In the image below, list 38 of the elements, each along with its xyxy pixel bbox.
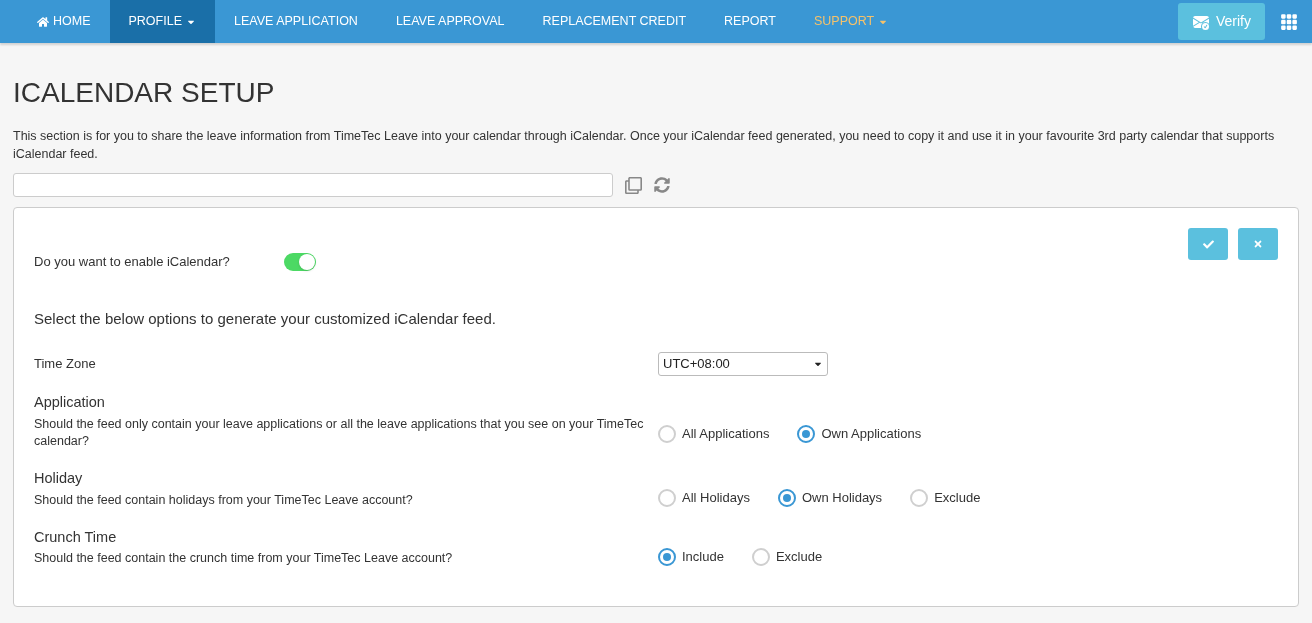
radio-option[interactable]: All Holidays xyxy=(658,488,750,508)
enable-label: Do you want to enable iCalendar? xyxy=(34,253,231,271)
envelope-check-icon xyxy=(1192,13,1210,30)
home-icon xyxy=(37,15,49,28)
option-question: Should the feed contain the crunch time from your TimeTec Leave account? xyxy=(34,550,454,568)
time-zone-label: Time Zone xyxy=(34,355,97,374)
radio-button[interactable] xyxy=(777,488,796,507)
refresh-icon[interactable] xyxy=(654,177,670,193)
section-heading: Select the below options to generate your customized iCalendar feed. xyxy=(34,308,497,329)
option-question: Should the feed contain holidays from your TimeTec Leave account? xyxy=(34,491,414,509)
cancel-button[interactable] xyxy=(1238,228,1278,260)
radio-button[interactable] xyxy=(910,488,929,507)
radio-option[interactable]: Exclude xyxy=(910,488,981,508)
option-question: Should the feed only contain your leave applications or all the leave applications that you see on your TimeTec calendar? xyxy=(34,415,645,450)
description-text: This section is for you to share the leave information from TimeTec Leave into your calendar through iCalendar. Once your iCalendar feed generated, you need to copy it and use it in your favourite 3rd party calendar that supports iCalendar feed. xyxy=(13,128,1276,163)
radio-option[interactable]: Own Holidays xyxy=(777,488,883,508)
copy-icon[interactable] xyxy=(625,176,642,194)
time-zone-select[interactable]: UTC+08:00 xyxy=(658,352,828,376)
feed-url-field[interactable] xyxy=(13,173,613,197)
option-title: Crunch Time xyxy=(34,527,118,547)
toggle-switch[interactable] xyxy=(284,252,316,271)
radio-button[interactable] xyxy=(797,425,816,443)
radio-option[interactable]: Include xyxy=(658,546,724,567)
radio-button[interactable] xyxy=(658,425,676,443)
close-icon xyxy=(1253,239,1263,249)
radio-button[interactable] xyxy=(751,547,770,566)
option-title: Holiday xyxy=(34,468,84,488)
radio-button[interactable] xyxy=(658,547,676,566)
confirm-button[interactable] xyxy=(1188,228,1228,260)
check-icon xyxy=(1202,238,1214,250)
radio-option[interactable]: Exclude xyxy=(751,546,823,567)
page-title: ICALENDAR SETUP xyxy=(13,77,276,109)
option-title: Application xyxy=(34,393,106,412)
nav-tab[interactable]: PROFILE xyxy=(109,0,215,43)
radio-option[interactable]: Own Applications xyxy=(797,424,922,444)
grid-icon xyxy=(1279,12,1298,31)
radio-button[interactable] xyxy=(658,488,676,507)
radio-option[interactable]: All Applications xyxy=(658,424,770,444)
